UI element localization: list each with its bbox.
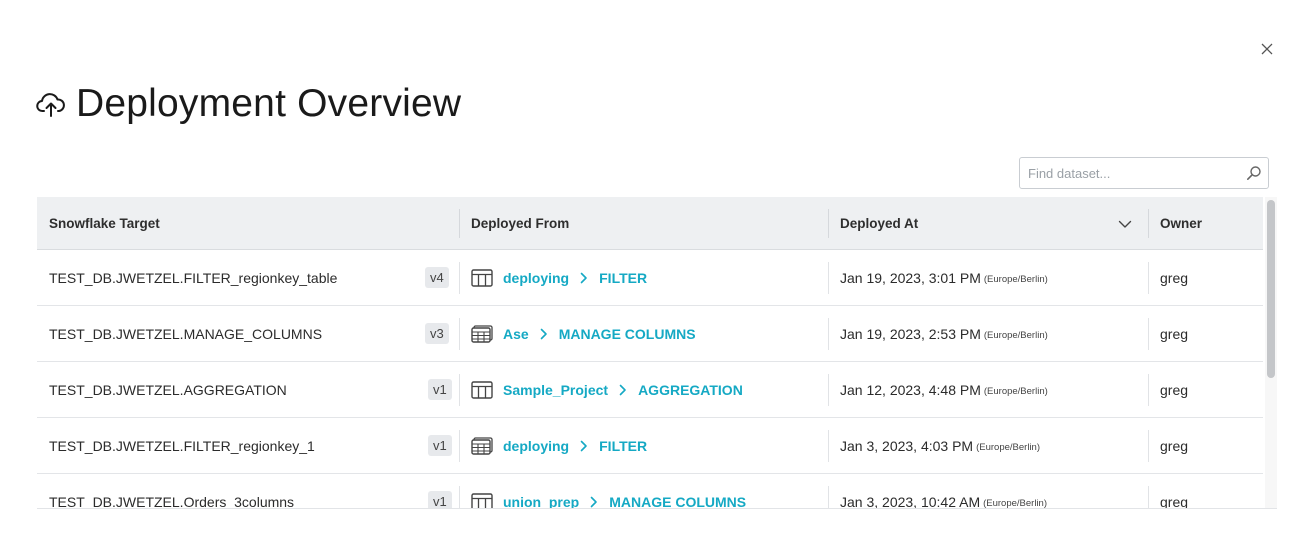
owner: greg xyxy=(1160,270,1189,286)
deployed-from: deploying FILTER xyxy=(471,418,647,474)
cell-divider xyxy=(459,486,460,508)
deployed-date: Jan 3, 2023, 10:42 AM xyxy=(840,494,981,509)
recipe-link[interactable]: AGGREGATION xyxy=(638,382,743,398)
search-input[interactable] xyxy=(1020,158,1235,188)
scrollbar-track[interactable] xyxy=(1265,197,1277,508)
deployments-table: Snowflake Target Deployed From Deployed … xyxy=(37,197,1277,509)
timezone-label: (Europe/Berlin) xyxy=(983,329,1048,341)
chevron-down-icon[interactable] xyxy=(1117,216,1133,232)
title-row: Deployment Overview xyxy=(36,80,461,128)
cell-divider xyxy=(828,374,829,406)
cell-divider xyxy=(1148,262,1149,294)
table-icon xyxy=(471,381,493,399)
deployed-at: Jan 12, 2023, 4:48 PM (Europe/Berlin) xyxy=(840,362,1048,418)
deployment-overview-dialog: Deployment Overview Snowflake Target Dep… xyxy=(0,0,1315,547)
chevron-right-icon xyxy=(590,496,600,508)
deployed-date: Jan 12, 2023, 4:48 PM xyxy=(840,382,981,398)
project-link[interactable]: Ase xyxy=(503,326,529,342)
deployed-date: Jan 19, 2023, 3:01 PM xyxy=(840,270,981,286)
project-link[interactable]: deploying xyxy=(503,270,569,286)
snowflake-target: TEST_DB.JWETZEL.AGGREGATION xyxy=(49,382,287,398)
version-badge: v3 xyxy=(425,323,449,344)
table-row[interactable]: TEST_DB.JWETZEL.FILTER_regionkey_1 v1 depl… xyxy=(37,418,1263,474)
chevron-right-icon xyxy=(619,384,629,396)
cell-divider xyxy=(1148,486,1149,508)
timezone-label: (Europe/Berlin) xyxy=(983,385,1048,397)
table-row[interactable]: TEST_DB.JWETZEL.FILTER_regionkey_table v4… xyxy=(37,250,1263,306)
table-icon xyxy=(471,493,493,508)
deployed-from: union_prep MANAGE COLUMNS xyxy=(471,474,746,508)
project-link[interactable]: Sample_Project xyxy=(503,382,608,398)
timezone-label: (Europe/Berlin) xyxy=(976,441,1040,453)
version-badge: v1 xyxy=(428,435,452,456)
cell-divider xyxy=(828,318,829,350)
owner: greg xyxy=(1160,382,1189,398)
cell-divider xyxy=(1148,430,1149,462)
table-row[interactable]: TEST_DB.JWETZEL.MANAGE_COLUMNS v3 Ase MANAG… xyxy=(37,306,1263,362)
column-header-at[interactable]: Deployed At xyxy=(828,197,1148,250)
recipe-link[interactable]: MANAGE COLUMNS xyxy=(559,326,696,342)
snowflake-target: TEST_DB.JWETZEL.Orders_3columns xyxy=(49,494,295,509)
owner: greg xyxy=(1160,494,1189,509)
version-badge: v1 xyxy=(428,379,452,400)
project-link[interactable]: deploying xyxy=(503,438,569,454)
column-header-target[interactable]: Snowflake Target xyxy=(37,197,459,250)
cell-divider xyxy=(459,318,460,350)
deployed-at: Jan 3, 2023, 4:03 PM (Europe/Berlin) xyxy=(840,418,1040,474)
stacked-table-icon xyxy=(471,325,493,343)
column-header-from[interactable]: Deployed From xyxy=(459,197,828,250)
close-button[interactable] xyxy=(1258,40,1276,58)
chevron-right-icon xyxy=(580,272,590,284)
recipe-link[interactable]: MANAGE COLUMNS xyxy=(609,494,746,508)
owner: greg xyxy=(1160,438,1189,454)
cell-divider xyxy=(1148,318,1149,350)
scrollbar-thumb[interactable] xyxy=(1267,200,1275,378)
deployed-from: Sample_Project AGGREGATION xyxy=(471,362,743,418)
deployed-from: deploying FILTER xyxy=(471,250,647,306)
timezone-label: (Europe/Berlin) xyxy=(983,273,1048,285)
deployed-date: Jan 19, 2023, 2:53 PM xyxy=(840,326,981,342)
version-badge: v4 xyxy=(425,267,449,288)
cell-divider xyxy=(1148,374,1149,406)
table-header: Snowflake Target Deployed From Deployed … xyxy=(37,197,1263,250)
deployed-from: Ase MANAGE COLUMNS xyxy=(471,306,696,362)
deployed-at: Jan 3, 2023, 10:42 AM (Europe/Berlin) xyxy=(840,474,1047,509)
cell-divider xyxy=(828,430,829,462)
search-icon[interactable] xyxy=(1246,165,1262,181)
version-badge: v1 xyxy=(428,491,452,508)
recipe-link[interactable]: FILTER xyxy=(599,270,647,286)
snowflake-target: TEST_DB.JWETZEL.FILTER_regionkey_1 xyxy=(49,438,315,454)
snowflake-target: TEST_DB.JWETZEL.FILTER_regionkey_table xyxy=(49,270,338,286)
table-row[interactable]: TEST_DB.JWETZEL.AGGREGATION v1 Sample_Proj… xyxy=(37,362,1263,418)
table-icon xyxy=(471,269,493,287)
deployed-date: Jan 3, 2023, 4:03 PM xyxy=(840,438,974,454)
stacked-table-icon xyxy=(471,437,493,455)
cell-divider xyxy=(828,486,829,508)
cell-divider xyxy=(459,262,460,294)
project-link[interactable]: union_prep xyxy=(503,494,579,508)
owner: greg xyxy=(1160,326,1189,342)
page-title: Deployment Overview xyxy=(76,82,462,125)
recipe-link[interactable]: FILTER xyxy=(599,438,647,454)
chevron-right-icon xyxy=(540,328,550,340)
search-box[interactable] xyxy=(1019,157,1269,189)
timezone-label: (Europe/Berlin) xyxy=(983,497,1047,509)
column-header-owner[interactable]: Owner xyxy=(1148,197,1263,250)
cell-divider xyxy=(459,374,460,406)
chevron-right-icon xyxy=(580,440,590,452)
cell-divider xyxy=(459,430,460,462)
close-icon[interactable] xyxy=(1261,43,1273,55)
table-row[interactable]: TEST_DB.JWETZEL.Orders_3columns v1 union_p… xyxy=(37,474,1263,509)
deployed-at: Jan 19, 2023, 3:01 PM (Europe/Berlin) xyxy=(840,250,1048,306)
cloud-upload-icon xyxy=(36,89,66,119)
cell-divider xyxy=(828,262,829,294)
snowflake-target: TEST_DB.JWETZEL.MANAGE_COLUMNS xyxy=(49,326,323,342)
deployed-at: Jan 19, 2023, 2:53 PM (Europe/Berlin) xyxy=(840,306,1048,362)
